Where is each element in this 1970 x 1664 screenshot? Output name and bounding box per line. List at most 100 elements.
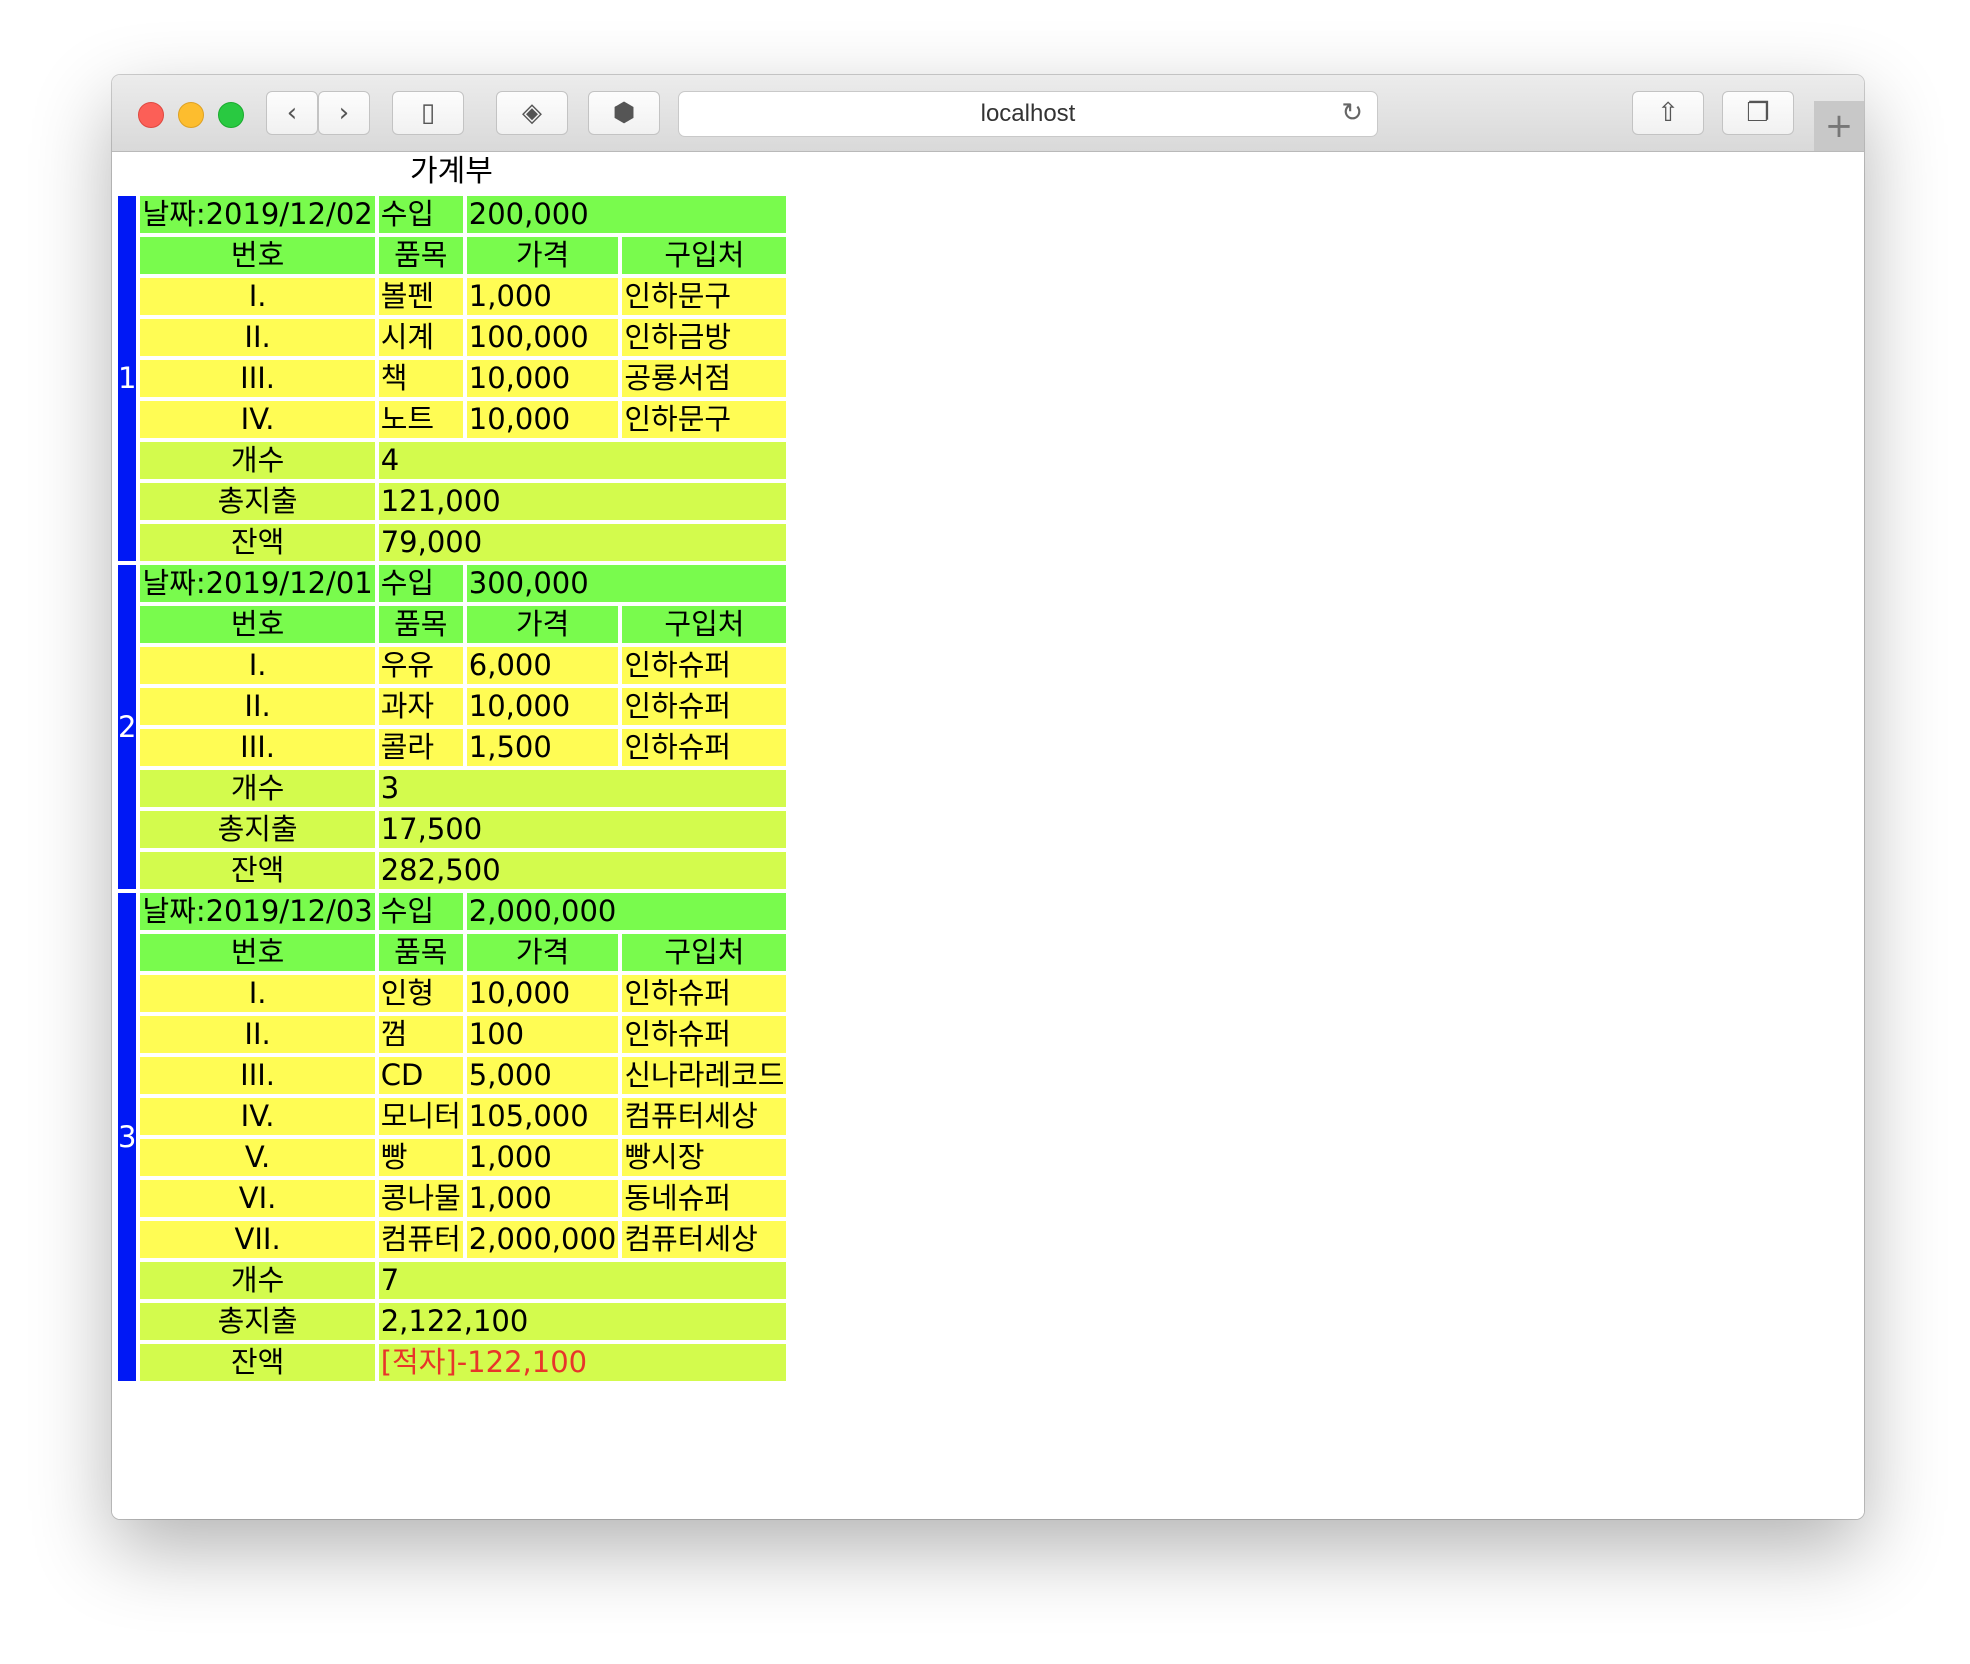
item-name: 노트: [378, 401, 463, 438]
item-name: 껌: [378, 1016, 463, 1053]
item-store: 인하슈퍼: [622, 647, 787, 684]
item-store: 인하슈퍼: [622, 975, 787, 1012]
col-store-header: 구입처: [622, 934, 787, 971]
tabs-icon: ❐: [1746, 98, 1770, 128]
col-store-header: 구입처: [622, 606, 787, 643]
item-row: VII. 컴퓨터 2,000,000 컴퓨터세상: [118, 1221, 787, 1258]
extension-button[interactable]: ◈: [496, 91, 568, 135]
col-item-header: 품목: [378, 237, 463, 274]
share-button[interactable]: ⇧: [1632, 91, 1704, 135]
item-store: 신나라레코드: [622, 1057, 787, 1094]
item-row: IV. 모니터 105,000 컴퓨터세상: [118, 1098, 787, 1135]
total-expense-label: 총지출: [140, 1303, 375, 1340]
item-price: 1,000: [466, 1180, 619, 1217]
income-value: 200,000: [466, 196, 787, 233]
count-label: 개수: [140, 770, 375, 807]
item-row: II. 시계 100,000 인하금방: [118, 319, 787, 356]
total-expense-value: 2,122,100: [378, 1303, 787, 1340]
privacy-button[interactable]: ⬢: [588, 91, 660, 135]
item-store: 컴퓨터세상: [622, 1098, 787, 1135]
item-row: II. 껌 100 인하슈퍼: [118, 1016, 787, 1053]
item-name: 인형: [378, 975, 463, 1012]
minimize-window-button[interactable]: [178, 102, 204, 128]
column-header-row: 번호 품목 가격 구입처: [118, 934, 787, 971]
count-label: 개수: [140, 442, 375, 479]
reload-icon[interactable]: ↻: [1341, 98, 1363, 128]
chevron-right-icon: ›: [338, 98, 350, 128]
page-content: 가계부 1 날짜:2019/12/02 수입 200,000 번호 품목 가격 구입처 I. 볼펜…: [112, 152, 1864, 1519]
item-store: 공룡서점: [622, 360, 787, 397]
item-number: III.: [140, 1057, 375, 1094]
browser-toolbar: ‹ › ▯ ◈ ⬢ localhost ↻ ⇧ ❐ +: [112, 75, 1864, 152]
item-row: VI. 콩나물 1,000 동네슈퍼: [118, 1180, 787, 1217]
count-row: 개수 4: [118, 442, 787, 479]
item-name: 볼펜: [378, 278, 463, 315]
plus-icon: +: [1824, 106, 1854, 146]
item-name: 우유: [378, 647, 463, 684]
share-icon: ⇧: [1657, 98, 1679, 128]
item-price: 10,000: [466, 401, 619, 438]
address-bar[interactable]: localhost ↻: [678, 91, 1378, 137]
tabs-overview-button[interactable]: ❐: [1722, 91, 1794, 135]
sidebar-icon: ▯: [420, 98, 436, 128]
col-price-header: 가격: [466, 606, 619, 643]
item-number: I.: [140, 278, 375, 315]
item-number: VII.: [140, 1221, 375, 1258]
group-index: 2: [118, 565, 137, 889]
forward-button[interactable]: ›: [318, 91, 370, 135]
total-expense-label: 총지출: [140, 483, 375, 520]
income-label: 수입: [378, 196, 463, 233]
item-name: 빵: [378, 1139, 463, 1176]
balance-value: 282,500: [378, 852, 787, 889]
total-expense-row: 총지출 17,500: [118, 811, 787, 848]
col-item-header: 품목: [378, 606, 463, 643]
zoom-window-button[interactable]: [218, 102, 244, 128]
item-row: I. 인형 10,000 인하슈퍼: [118, 975, 787, 1012]
item-price: 2,000,000: [466, 1221, 619, 1258]
item-number: II.: [140, 319, 375, 356]
item-number: IV.: [140, 1098, 375, 1135]
total-expense-row: 총지출 2,122,100: [118, 1303, 787, 1340]
date-row: 1 날짜:2019/12/02 수입 200,000: [118, 196, 787, 561]
item-price: 1,000: [466, 1139, 619, 1176]
item-store: 인하슈퍼: [622, 688, 787, 725]
total-expense-row: 총지출 121,000: [118, 483, 787, 520]
sidebar-button[interactable]: ▯: [392, 91, 464, 135]
col-price-header: 가격: [466, 934, 619, 971]
item-store: 인하슈퍼: [622, 729, 787, 766]
item-name: 컴퓨터: [378, 1221, 463, 1258]
count-value: 4: [378, 442, 787, 479]
item-name: 과자: [378, 688, 463, 725]
total-expense-label: 총지출: [140, 811, 375, 848]
item-number: III.: [140, 360, 375, 397]
item-name: CD: [378, 1057, 463, 1094]
item-store: 인하슈퍼: [622, 1016, 787, 1053]
chevron-left-icon: ‹: [286, 98, 298, 128]
total-expense-value: 17,500: [378, 811, 787, 848]
column-header-row: 번호 품목 가격 구입처: [118, 237, 787, 274]
col-number-header: 번호: [140, 237, 375, 274]
col-store-header: 구입처: [622, 237, 787, 274]
item-name: 콜라: [378, 729, 463, 766]
item-price: 10,000: [466, 975, 619, 1012]
balance-row: 잔액 282,500: [118, 852, 787, 889]
item-row: I. 우유 6,000 인하슈퍼: [118, 647, 787, 684]
back-button[interactable]: ‹: [266, 91, 318, 135]
date-cell: 날짜:2019/12/01: [140, 565, 375, 602]
item-number: I.: [140, 647, 375, 684]
balance-row: 잔액 [적자]-122,100: [118, 1344, 787, 1381]
item-price: 5,000: [466, 1057, 619, 1094]
col-number-header: 번호: [140, 934, 375, 971]
item-price: 1,500: [466, 729, 619, 766]
extension-icon: ◈: [522, 98, 542, 128]
new-tab-button[interactable]: +: [1814, 101, 1864, 151]
item-row: V. 빵 1,000 빵시장: [118, 1139, 787, 1176]
col-item-header: 품목: [378, 934, 463, 971]
count-value: 7: [378, 1262, 787, 1299]
item-price: 1,000: [466, 278, 619, 315]
income-label: 수입: [378, 565, 463, 602]
close-window-button[interactable]: [138, 102, 164, 128]
shield-icon: ⬢: [612, 98, 636, 128]
item-number: II.: [140, 688, 375, 725]
item-number: II.: [140, 1016, 375, 1053]
